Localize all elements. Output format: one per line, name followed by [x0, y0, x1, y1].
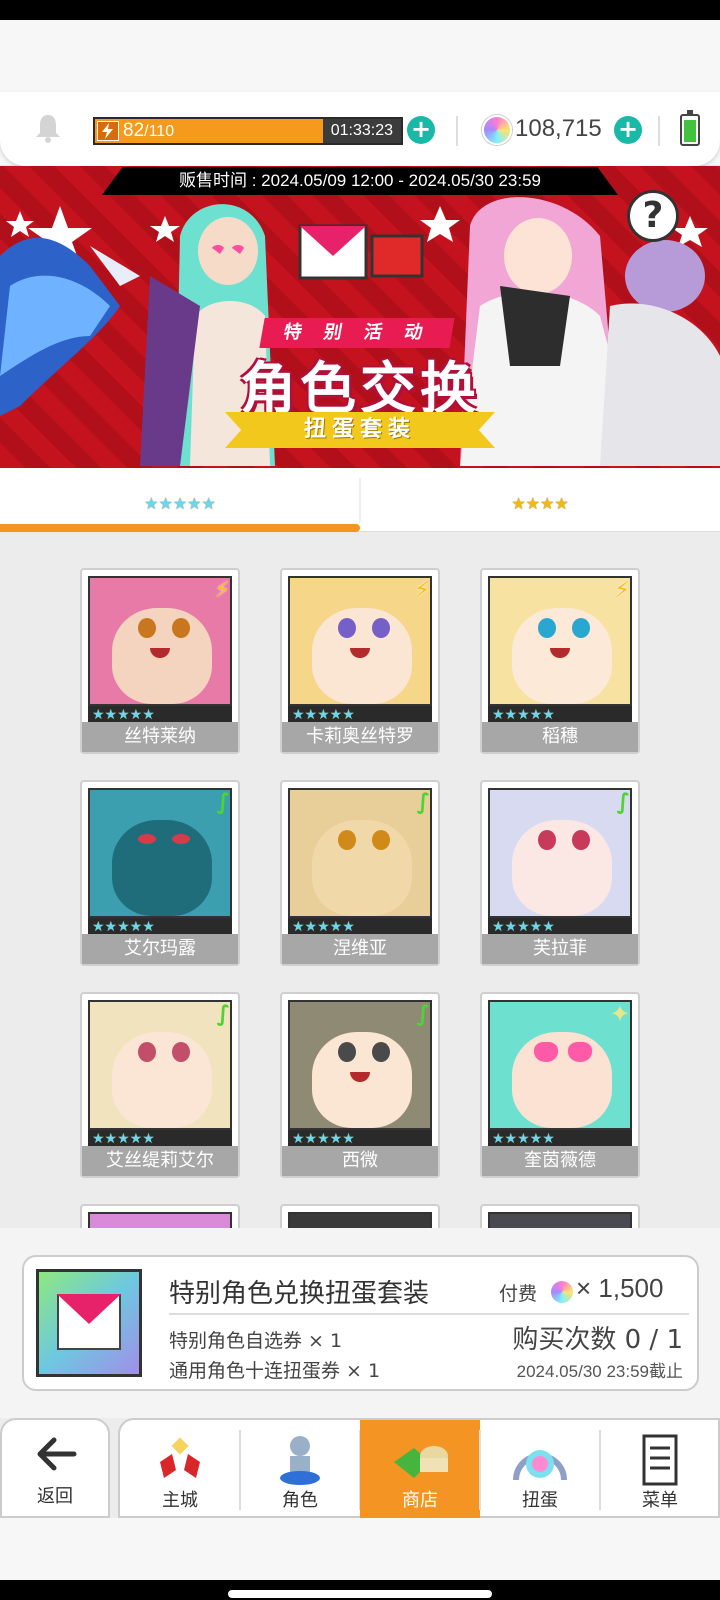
character-portrait: [88, 1000, 232, 1130]
price-label: 付费: [499, 1283, 538, 1305]
nav-main: 主城 角色 商店 扭蛋 菜单: [118, 1418, 720, 1520]
divider: [456, 116, 458, 146]
battery-icon: [680, 110, 700, 146]
nav-item-shop[interactable]: 商店: [360, 1420, 480, 1520]
tab-4-star-stars: ★★★★: [511, 494, 569, 513]
character-card[interactable]: ∫ ★★★★★ 西微: [280, 992, 440, 1178]
character-card[interactable]: ⚡ ★★★★★ 卡莉奥丝特罗: [280, 568, 440, 754]
help-button[interactable]: ?: [627, 190, 679, 242]
character-name: 芙拉菲: [482, 934, 638, 964]
character-portrait: [488, 788, 632, 918]
character-card[interactable]: ∫ ★★★★★ 芙拉菲: [480, 780, 640, 966]
energy-bar: 82/110 01:33:23: [93, 117, 403, 145]
character-card-partial[interactable]: [80, 1204, 240, 1228]
character-portrait: [288, 788, 432, 918]
banner-ribbon: 扭蛋套装: [225, 412, 495, 448]
character-card[interactable]: ∫ ★★★★★ 艾丝缇莉艾尔: [80, 992, 240, 1178]
bolt-icon: ⚡: [214, 578, 230, 603]
character-card[interactable]: ⚡ ★★★★★ 丝特莱纳: [80, 568, 240, 754]
energy-bolt-icon: [97, 121, 119, 141]
gacha-icon: [513, 1450, 567, 1481]
character-name: 卡莉奥丝特罗: [282, 722, 438, 752]
character-name: 涅维亚: [282, 934, 438, 964]
character-card-partial[interactable]: [280, 1204, 440, 1228]
tab-4-star[interactable]: ★★★★: [360, 468, 720, 532]
energy-value: 82/110: [123, 120, 175, 141]
nav-label: 菜单: [642, 1490, 678, 1511]
add-energy-button[interactable]: +: [407, 116, 435, 144]
character-portrait: [288, 576, 432, 706]
character-card[interactable]: ✦ ★★★★★ 奎茵薇德: [480, 992, 640, 1178]
bolt-icon: ⚡: [414, 578, 430, 603]
gem-icon: [551, 1281, 573, 1303]
leaf-icon: ∫: [216, 790, 230, 815]
nav-item-menu[interactable]: 菜单: [600, 1420, 720, 1520]
character-name: 丝特莱纳: [82, 722, 238, 752]
nav-item-city[interactable]: 主城: [120, 1420, 240, 1520]
sale-time-strip: 贩售时间 : 2024.05/09 12:00 - 2024.05/30 23:…: [102, 167, 618, 195]
tab-5-star[interactable]: ★★★★★: [0, 468, 360, 532]
character-card-partial[interactable]: [480, 1204, 640, 1228]
home-indicator[interactable]: [228, 1590, 492, 1598]
divider: [169, 1313, 689, 1315]
leaf-icon: ∫: [216, 1002, 230, 1027]
add-gems-button[interactable]: +: [614, 116, 642, 144]
character-portrait: [88, 788, 232, 918]
bottom-nav: 返回 主城 角色 商店 扭蛋 菜单: [0, 1418, 720, 1520]
leaf-icon: ∫: [416, 790, 430, 815]
bundle-card[interactable]: 特别角色兑换扭蛋套装 付费 × 1,500 特别角色自选券 × 1 通用角色十连…: [22, 1255, 699, 1391]
shop-icon: [394, 1446, 448, 1478]
menu-icon: [642, 1434, 678, 1486]
active-tab-indicator: [0, 524, 360, 532]
divider: [658, 116, 660, 146]
price-value: × 1,500: [576, 1273, 664, 1303]
bundle-name: 特别角色兑换扭蛋套装: [169, 1279, 430, 1309]
character-name: 艾尔玛露: [82, 934, 238, 964]
character-name: 奎茵薇德: [482, 1146, 638, 1176]
leaf-icon: ∫: [616, 790, 630, 815]
leaf-icon: ∫: [416, 1002, 430, 1027]
gem-icon: [482, 115, 512, 145]
nav-label: 扭蛋: [522, 1490, 558, 1511]
back-label: 返回: [37, 1486, 73, 1507]
rarity-tabs: ★★★★★ ★★★★: [0, 468, 720, 532]
bundle-item: 通用角色十连扭蛋券 × 1: [169, 1360, 381, 1382]
character-card[interactable]: ∫ ★★★★★ 艾尔玛露: [80, 780, 240, 966]
energy-timer: 01:33:23: [330, 122, 393, 139]
bundle-icon: [36, 1269, 142, 1377]
character-portrait: [288, 1000, 432, 1130]
character-name: 艾丝缇莉艾尔: [82, 1146, 238, 1176]
character-grid: ⚡ ★★★★★ 丝特莱纳 ⚡ ★★★★★ 卡莉奥丝特罗 ⚡ ★★★★★ 稻穗 ∫…: [0, 533, 720, 1228]
character-name: 西微: [282, 1146, 438, 1176]
banner-title: 角色交换: [240, 357, 480, 422]
character-card[interactable]: ∫ ★★★★★ 涅维亚: [280, 780, 440, 966]
envelope-icon: [57, 1294, 121, 1350]
gem-count: 108,715: [515, 115, 602, 142]
character-portrait: [488, 576, 632, 706]
deadline: 2024.05/30 23:59截止: [516, 1362, 683, 1381]
character-icon: [280, 1436, 320, 1485]
purchase-count: 购买次数 0 / 1: [512, 1325, 683, 1355]
sparkle-icon: ✦: [609, 1000, 630, 1028]
tab-5-star-stars: ★★★★★: [144, 494, 216, 513]
character-name: 稻穗: [482, 722, 638, 752]
nav-label: 角色: [282, 1490, 318, 1511]
nav-item-gacha[interactable]: 扭蛋: [480, 1420, 600, 1520]
bell-icon[interactable]: [34, 113, 62, 143]
back-button[interactable]: 返回: [0, 1418, 110, 1518]
character-card[interactable]: ⚡ ★★★★★ 稻穗: [480, 568, 640, 754]
nav-label: 商店: [402, 1490, 438, 1511]
back-arrow-icon: [37, 1437, 77, 1471]
nav-label: 主城: [162, 1490, 198, 1511]
bolt-icon: ⚡: [614, 578, 630, 603]
system-status-bar: [0, 0, 720, 20]
bundle-item: 特别角色自选券 × 1: [169, 1330, 343, 1352]
nav-item-characters[interactable]: 角色: [240, 1420, 360, 1520]
castle-icon: [160, 1437, 200, 1478]
character-portrait: [88, 576, 232, 706]
bottom-safe-area: [0, 1518, 720, 1580]
